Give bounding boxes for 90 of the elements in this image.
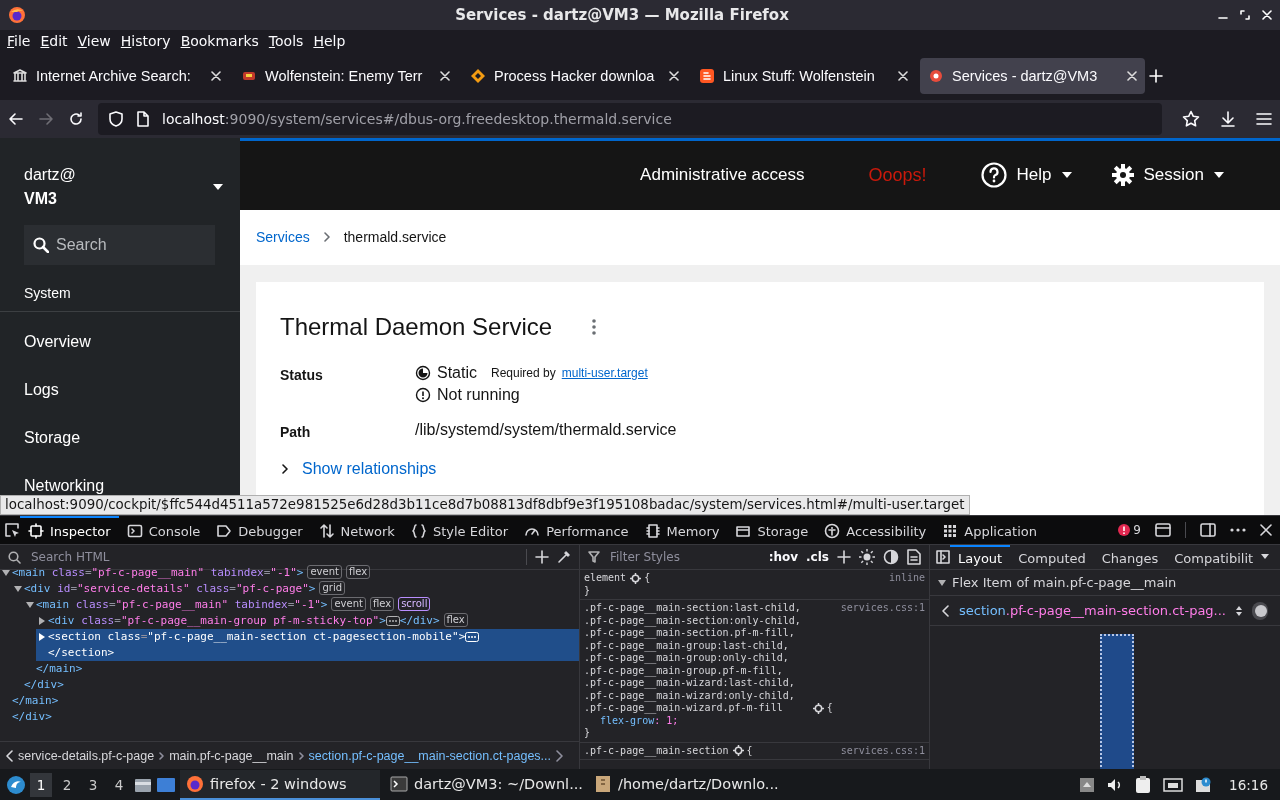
css-declaration: flex-grow: 1; (599, 714, 680, 728)
rule-source[interactable]: services.css:1 (840, 602, 925, 615)
workspace-button[interactable]: 2 (56, 772, 78, 797)
browser-tab[interactable]: Wolfenstein: Enemy Terr (233, 57, 458, 94)
user-name: dartz@ (24, 165, 77, 184)
search-html-field[interactable]: Search HTML (29, 549, 518, 566)
browser-tab[interactable]: Process Hacker downloa (462, 57, 687, 94)
markup-closing-tag: </main> (36, 661, 83, 678)
taskbar-task[interactable]: firefox - 2 windows (180, 769, 380, 800)
admin-access-button[interactable]: Administrative access (620, 165, 825, 186)
devtools-tab[interactable]: Debugger (208, 515, 311, 545)
node-breadcrumb[interactable]: service-details.pf-c-page (18, 748, 155, 763)
nav-item[interactable]: Storage (0, 413, 240, 462)
rule-brace: { (746, 744, 753, 758)
rule-brace: { (826, 702, 833, 715)
url-text: localhost:9090/system/services#/dbus-org.freedesktop.thermald.service (162, 110, 673, 127)
section-heading: System (0, 264, 240, 312)
breadcrumb-current: thermald.service (343, 229, 447, 246)
menu-item[interactable]: Help (308, 32, 351, 49)
address-field[interactable]: localhost:9090/system/services#/dbus-org.freedesktop.thermald.service (98, 102, 1162, 135)
nav-item[interactable]: Overview (0, 317, 240, 366)
browser-tab[interactable]: Linux Stuff: Wolfenstein (691, 57, 916, 94)
menu-item[interactable]: Edit (35, 32, 73, 49)
devtools-tab[interactable]: Console (118, 515, 209, 545)
field-label: Status (280, 365, 324, 385)
workspace-button[interactable]: 1 (30, 772, 52, 797)
css-selector: element (584, 572, 627, 585)
cls-toggle[interactable]: .cls (806, 550, 829, 565)
target-link[interactable]: multi-user.target (561, 365, 648, 380)
error-count[interactable]: 9 (1118, 523, 1141, 538)
breadcrumb-link[interactable]: Services (256, 229, 310, 246)
devtools-tab[interactable]: Network (310, 515, 403, 545)
devtools-tab[interactable]: Performance (516, 515, 637, 545)
field-label: Path (280, 422, 312, 440)
devtools-tab[interactable]: Accessibility (816, 515, 935, 545)
hov-toggle[interactable]: :hov (768, 550, 799, 565)
menu-item[interactable]: History (115, 32, 176, 49)
status-text: Not running (437, 385, 520, 404)
rule-brace: { (644, 572, 651, 585)
sidebar-tab[interactable]: Layout (950, 544, 1011, 570)
service-title: Thermal Daemon Service (280, 312, 553, 341)
sidebar-tab[interactable]: Computed (1010, 544, 1094, 570)
markup-node[interactable]: <div class="pf-c-page__main-group pf-m-sticky-top"> </div> flex (36, 613, 579, 630)
markup-closing-tag: </div> (12, 709, 52, 726)
help-button[interactable]: Help (960, 162, 1092, 189)
node-breadcrumb[interactable]: main.pf-c-page__main (169, 748, 294, 763)
session-button[interactable]: Session (1091, 164, 1244, 187)
browser-tab[interactable]: Internet Archive Search: (4, 57, 229, 94)
css-selector: .pf-c-page__main-section (584, 744, 729, 758)
path-text: /lib/systemd/system/thermald.service (415, 420, 677, 439)
taskbar-task[interactable]: /home/dartz/Downlo... (588, 769, 788, 800)
markup-node[interactable]: <div id="service-details" class="pf-c-page"> grid (12, 581, 579, 598)
status-text: Static (437, 363, 477, 382)
rule-source[interactable]: inline (888, 572, 925, 585)
menu-item[interactable]: View (72, 32, 116, 49)
markup-closing-tag: </main> (12, 693, 59, 710)
menu-item[interactable]: Bookmarks (175, 32, 264, 49)
workspace-button[interactable]: 4 (108, 772, 130, 797)
markup-closing-tag: </div> (24, 677, 64, 694)
filter-styles-field[interactable]: Filter Styles (608, 549, 761, 566)
flex-item-selector[interactable]: section.pf-c-page__main-section.ct-pag... (959, 603, 1226, 619)
sidebar-tab[interactable]: Compatibilit (1166, 544, 1262, 570)
taskbar-task[interactable]: dartz@VM3: ~/Downl... (384, 769, 584, 800)
browser-tab[interactable]: Services - dartz@VM3 (920, 57, 1145, 94)
clock: 16:16 (1228, 776, 1269, 793)
devtools-tab[interactable]: Style Editor (402, 515, 517, 545)
note-text: Required by (491, 365, 556, 380)
menu-item[interactable]: Tools (263, 32, 309, 49)
devtools-tab[interactable]: Application (934, 515, 1045, 545)
nav-item[interactable]: Logs (0, 365, 240, 414)
css-selector: .pf-c-page__main-section:last-child, .pf-c-page__main-section:only-child, .pf-c-page__main-section.pf-m-fill, .pf-c-page__main-group:last-child, .pf-c-page__main-group:only-child, .pf-c-page__main-group.pf-m-fill, .pf-c-page__main-wizard:last-child, .pf-c-page__main-wizard:only-child, .pf-c-page__main-wizard.pf-m-fill (584, 602, 802, 715)
workspace-button[interactable]: 3 (82, 772, 104, 797)
markup-node[interactable]: <section class="pf-c-page__main-section ct-pagesection-mobile"> </section> (36, 629, 579, 662)
alert-text: Ooops! (867, 164, 928, 186)
markup-node[interactable]: <main class="pf-c-page__main" tabindex="-1"> event flex scroll (24, 597, 579, 614)
markup-node[interactable]: <main class="pf-c-page__main" tabindex="-1"> event flex (0, 565, 579, 582)
menu-item[interactable]: File (2, 32, 36, 49)
flex-item-heading: Flex Item of main.pf-c-page__main (952, 575, 1177, 591)
relationships-link[interactable]: Show relationships (302, 459, 437, 478)
link-status-tooltip: localhost:9090/cockpit/$ffc544d4511a572e981525e6d28d3b11ce8d7b08813df8dbf9e3f195108badac/system/services.html#/multi-user.target (0, 495, 970, 516)
rule-source[interactable]: services.css:1 (840, 744, 925, 758)
node-breadcrumb[interactable]: section.pf-c-page__main-section.ct-pages... (308, 748, 552, 763)
rule-brace: } (584, 584, 592, 598)
search-field[interactable]: Search (24, 224, 215, 265)
sidebar-tab[interactable]: Changes (1093, 544, 1167, 570)
devtools-tab[interactable]: Memory (636, 515, 728, 545)
rule-brace: } (584, 727, 592, 740)
window-title: Services - dartz@VM3 — Mozilla Firefox (454, 5, 790, 24)
host-name: VM3 (24, 189, 58, 208)
devtools-tab[interactable]: Storage (727, 515, 817, 545)
